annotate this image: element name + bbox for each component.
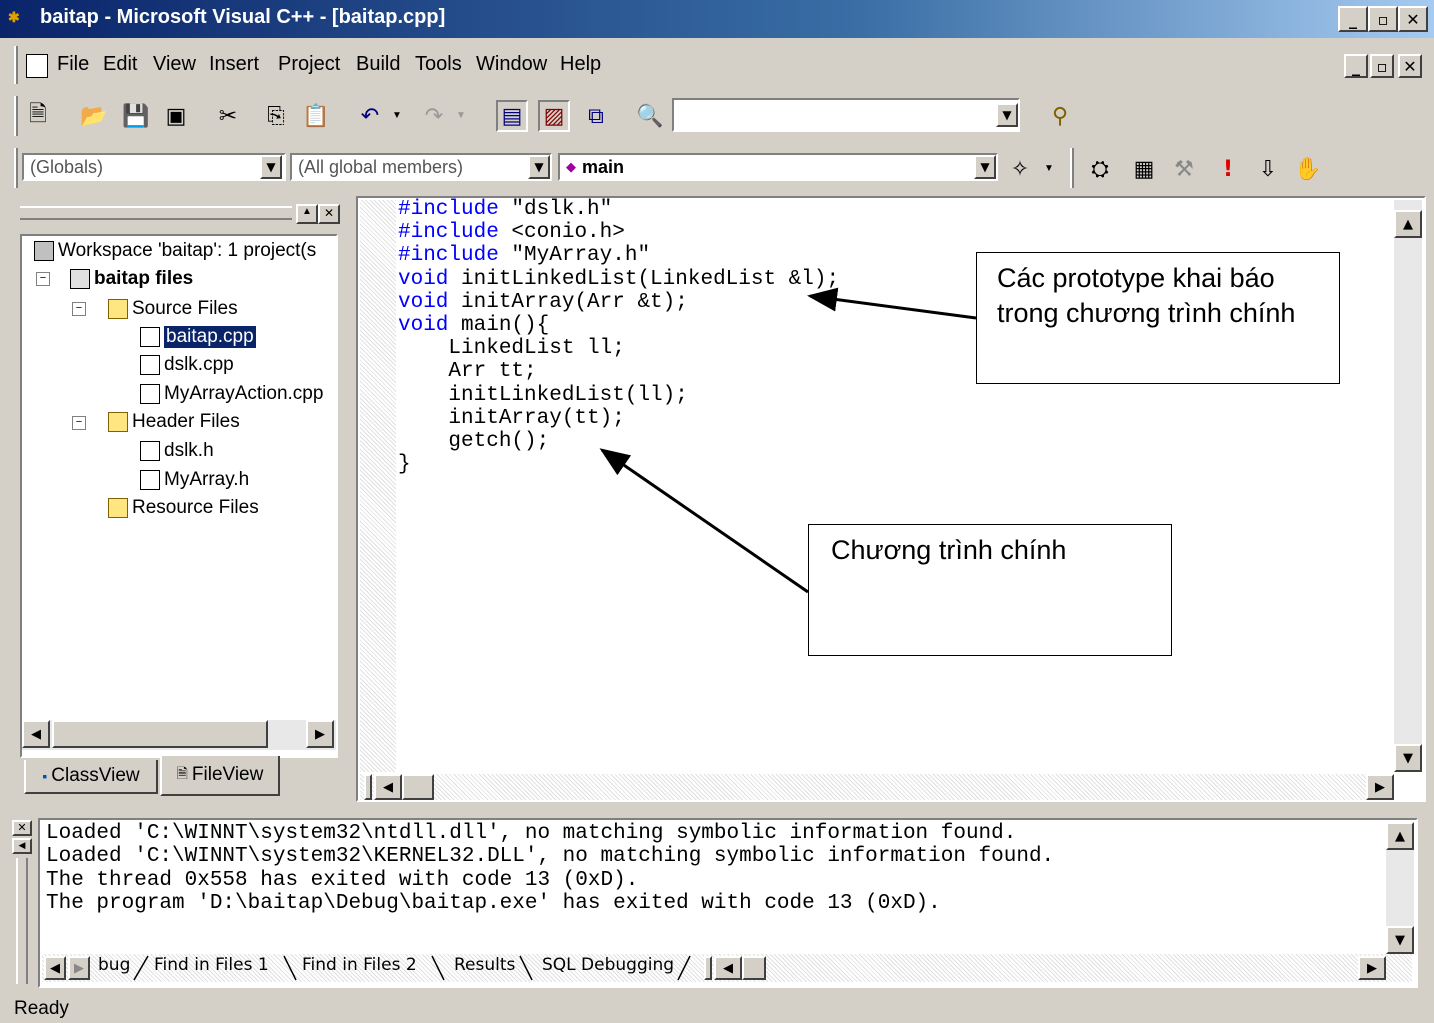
scroll-down-icon[interactable]: ▼ <box>1386 926 1414 954</box>
output-line: Loaded 'C:\WINNT\system32\ntdll.dll', no… <box>46 822 1017 845</box>
output-hscroll-thumb[interactable] <box>742 956 766 980</box>
arrow-main <box>599 448 809 594</box>
tab-debug[interactable]: bug <box>98 955 130 975</box>
arrow-prototype <box>807 287 977 320</box>
scroll-right-icon[interactable]: ▶ <box>1358 956 1386 980</box>
tab-scroll-right-icon[interactable]: ▶ <box>68 956 90 980</box>
status-text: Ready <box>14 998 69 1019</box>
output-text: Loaded 'C:\WINNT\system32\ntdll.dll', no… <box>46 822 1054 915</box>
output-maximize-icon[interactable]: ◀ <box>12 838 32 854</box>
scroll-up-icon[interactable]: ▲ <box>1386 822 1414 850</box>
tab-sql-debugging[interactable]: SQL Debugging <box>542 955 674 975</box>
output-line: The program 'D:\baitap\Debug\baitap.exe'… <box>46 891 941 915</box>
output-side-controls: ✕ ◀ <box>12 818 36 988</box>
output-grip[interactable] <box>16 858 28 984</box>
output-line: The thread 0x558 has exited with code 13… <box>46 868 639 892</box>
output-close-icon[interactable]: ✕ <box>12 820 32 836</box>
splitter-handle[interactable] <box>704 956 712 980</box>
tab-scroll-left-icon[interactable]: ◀ <box>44 956 66 980</box>
tab-results[interactable]: Results <box>454 955 515 975</box>
output-line: Loaded 'C:\WINNT\system32\KERNEL32.DLL',… <box>46 845 1055 869</box>
scroll-left-icon[interactable]: ◀ <box>714 956 742 980</box>
tab-find-in-files-1[interactable]: Find in Files 1 <box>154 955 269 975</box>
tab-find-in-files-2[interactable]: Find in Files 2 <box>302 955 417 975</box>
